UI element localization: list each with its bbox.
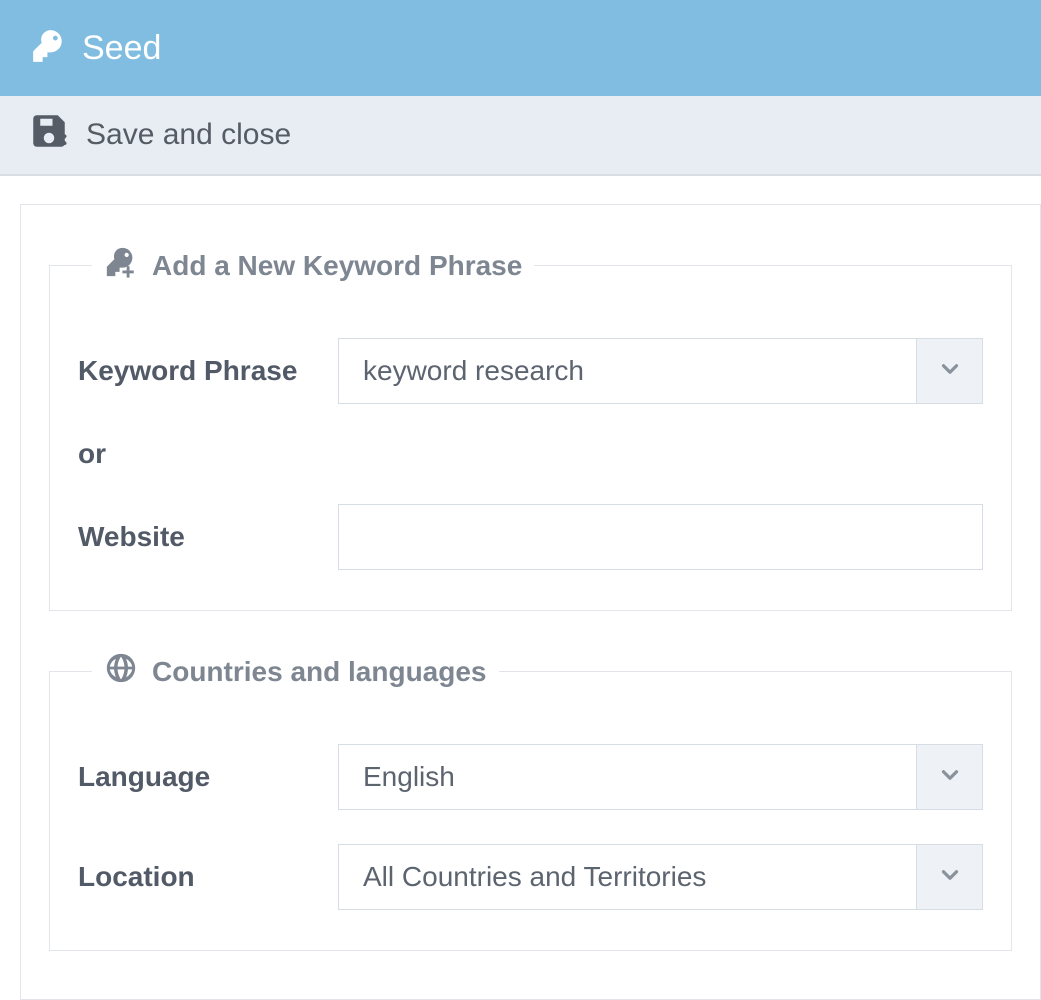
- globe-icon: [104, 651, 138, 692]
- key-icon: [30, 27, 68, 70]
- countries-languages-legend: Countries and languages: [92, 651, 499, 692]
- location-combo[interactable]: [338, 844, 983, 910]
- keyword-phrase-legend: Add a New Keyword Phrase: [92, 245, 534, 286]
- key-plus-icon: [104, 245, 138, 286]
- chevron-down-icon: [937, 762, 963, 793]
- keyword-phrase-group: Add a New Keyword Phrase Keyword Phrase: [49, 245, 1012, 611]
- location-label: Location: [78, 861, 338, 893]
- countries-languages-group: Countries and languages Language: [49, 651, 1012, 951]
- save-and-close-button[interactable]: Save and close: [28, 110, 291, 160]
- header-bar: Seed: [0, 0, 1041, 96]
- website-row: Website: [78, 504, 983, 570]
- language-input[interactable]: [339, 745, 916, 809]
- keyword-phrase-input[interactable]: [339, 339, 916, 403]
- location-row: Location: [78, 844, 983, 910]
- chevron-down-icon: [937, 862, 963, 893]
- chevron-down-icon: [937, 356, 963, 387]
- language-dropdown-button[interactable]: [916, 745, 982, 809]
- toolbar: Save and close: [0, 96, 1041, 176]
- language-row: Language: [78, 744, 983, 810]
- countries-languages-legend-text: Countries and languages: [152, 656, 487, 688]
- keyword-phrase-label: Keyword Phrase: [78, 355, 338, 387]
- form-panel: Add a New Keyword Phrase Keyword Phrase: [20, 204, 1041, 1000]
- keyword-phrase-legend-text: Add a New Keyword Phrase: [152, 250, 522, 282]
- website-input[interactable]: [338, 504, 983, 570]
- keyword-phrase-dropdown-button[interactable]: [916, 339, 982, 403]
- location-dropdown-button[interactable]: [916, 845, 982, 909]
- page-title: Seed: [82, 29, 161, 68]
- language-combo[interactable]: [338, 744, 983, 810]
- or-label: or: [78, 438, 338, 470]
- keyword-phrase-row: Keyword Phrase: [78, 338, 983, 404]
- location-input[interactable]: [339, 845, 916, 909]
- language-label: Language: [78, 761, 338, 793]
- save-close-icon: [28, 110, 70, 160]
- keyword-phrase-combo[interactable]: [338, 338, 983, 404]
- content-area: Add a New Keyword Phrase Keyword Phrase: [0, 176, 1041, 1000]
- or-row: or: [78, 438, 983, 470]
- save-and-close-label: Save and close: [86, 118, 291, 152]
- website-label: Website: [78, 521, 338, 553]
